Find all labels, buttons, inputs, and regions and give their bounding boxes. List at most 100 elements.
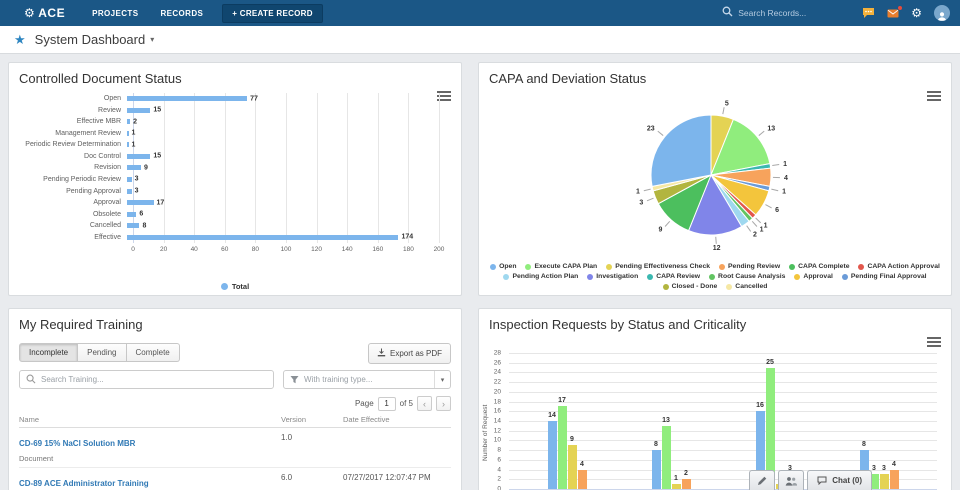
bar[interactable] xyxy=(127,235,398,240)
settings-gear-icon[interactable]: ⚙ xyxy=(911,7,922,19)
bar-value: 3 xyxy=(882,465,886,472)
bar[interactable] xyxy=(127,212,136,217)
nav-item-projects[interactable]: PROJECTS xyxy=(81,9,149,18)
slice-value-label: 3 xyxy=(639,199,643,206)
bar[interactable] xyxy=(127,108,150,113)
bar[interactable]: 2 xyxy=(682,479,691,489)
label-connector xyxy=(752,221,757,226)
category-label: Periodic Review Determination xyxy=(17,141,127,148)
legend-item[interactable]: CAPA Complete xyxy=(789,263,849,270)
legend-item[interactable]: CAPA Review xyxy=(647,273,700,280)
axis-tick-label: 8 xyxy=(497,447,501,454)
training-record-link[interactable]: CD-89 ACE Administrator Training xyxy=(19,479,149,488)
next-page-button[interactable]: › xyxy=(436,396,451,411)
bar[interactable]: 17 xyxy=(558,406,567,489)
training-search-input[interactable] xyxy=(41,375,267,384)
bar[interactable]: 13 xyxy=(662,426,671,489)
bar[interactable] xyxy=(127,223,139,228)
legend-item[interactable]: Approval xyxy=(794,273,832,280)
chevron-down-icon[interactable]: ▾ xyxy=(150,35,154,44)
legend-dot xyxy=(587,274,593,280)
pie-slice[interactable] xyxy=(651,115,711,186)
bar[interactable] xyxy=(127,154,150,159)
legend-item[interactable]: Total xyxy=(17,282,453,291)
training-type-dropdown[interactable]: With training type... ▾ xyxy=(283,370,451,389)
create-record-button[interactable]: + CREATE RECORD xyxy=(222,4,323,23)
bar[interactable] xyxy=(127,177,132,182)
axis-tick-label: 20 xyxy=(160,246,167,253)
legend-label: Pending Action Plan xyxy=(512,273,578,280)
legend-item[interactable]: Root Cause Analysis xyxy=(709,273,785,280)
legend-label: Open xyxy=(499,263,516,270)
bar[interactable] xyxy=(127,142,129,147)
axis-tick-label: 14 xyxy=(494,418,501,425)
legend-dot xyxy=(606,264,612,270)
legend-label: Pending Effectiveness Check xyxy=(615,263,710,270)
bar-row: Doc Control15 xyxy=(17,151,439,163)
bar[interactable]: 4 xyxy=(578,470,587,489)
dashboard-header: ★ System Dashboard ▾ xyxy=(0,26,960,54)
legend-item[interactable]: Pending Final Approval xyxy=(842,273,927,280)
legend-item[interactable]: Pending Effectiveness Check xyxy=(606,263,710,270)
legend-dot xyxy=(490,264,496,270)
legend-item[interactable]: CAPA Action Approval xyxy=(858,263,939,270)
label-connector xyxy=(765,205,771,208)
legend-item[interactable]: Investigation xyxy=(587,273,638,280)
page-title[interactable]: System Dashboard xyxy=(35,32,146,47)
legend-item[interactable]: Cancelled xyxy=(726,283,767,290)
notifications-icon[interactable] xyxy=(887,8,899,19)
chart-bars: Open77Review15Effective MBR2Management R… xyxy=(17,93,453,243)
label-connector xyxy=(771,189,778,191)
inspection-bar-chart: 141794813121625138334 xyxy=(509,353,937,489)
chart-menu-icon[interactable] xyxy=(927,337,941,349)
user-avatar[interactable] xyxy=(934,5,950,21)
bar[interactable] xyxy=(127,131,129,136)
bar[interactable] xyxy=(127,165,141,170)
label-connector xyxy=(759,131,764,135)
legend-item[interactable]: Execute CAPA Plan xyxy=(525,263,597,270)
nav-item-records[interactable]: RECORDS xyxy=(149,9,214,18)
slice-value-label: 9 xyxy=(659,226,663,233)
compose-message-button[interactable] xyxy=(749,470,775,490)
panel-my-required-training: My Required Training Incomplete Pending … xyxy=(8,308,462,490)
app-logo[interactable]: ⚙ ACE xyxy=(24,6,65,20)
training-table-body: CD-69 15% NaCl Solution MBRDocument1.0CD… xyxy=(19,428,451,490)
bar[interactable]: 8 xyxy=(652,450,661,489)
legend-dot xyxy=(719,264,725,270)
bar[interactable]: 14 xyxy=(548,421,557,489)
export-pdf-button[interactable]: Export as PDF xyxy=(368,343,451,364)
legend-item[interactable]: Open xyxy=(490,263,516,270)
bar[interactable]: 9 xyxy=(568,445,577,489)
legend-item[interactable]: Closed - Done xyxy=(663,283,718,290)
prev-page-button[interactable]: ‹ xyxy=(417,396,432,411)
slice-value-label: 12 xyxy=(713,245,721,252)
bar[interactable]: 4 xyxy=(890,470,899,489)
bar-value: 25 xyxy=(766,359,774,366)
record-date-effective: 07/27/2017 12:07:47 PM xyxy=(343,473,451,490)
training-record-link[interactable]: CD-69 15% NaCl Solution MBR xyxy=(19,439,135,448)
bar-row: Approval17 xyxy=(17,197,439,209)
tab-incomplete[interactable]: Incomplete xyxy=(19,343,78,362)
panel-controlled-document-status: Controlled Document Status Open77Review1… xyxy=(8,62,462,296)
bar[interactable] xyxy=(127,200,154,205)
chat-bubble-icon[interactable] xyxy=(862,7,875,19)
favorite-star-icon[interactable]: ★ xyxy=(14,33,26,46)
legend-item[interactable]: Pending Review xyxy=(719,263,780,270)
global-search xyxy=(722,4,850,22)
contacts-button[interactable] xyxy=(778,470,804,490)
legend-label: Approval xyxy=(803,273,832,280)
tab-pending[interactable]: Pending xyxy=(78,343,126,362)
bar[interactable] xyxy=(127,189,132,194)
chat-toggle-button[interactable]: Chat (0) xyxy=(807,470,872,490)
chart-title: Inspection Requests by Status and Critic… xyxy=(489,317,746,332)
bar[interactable]: 1 xyxy=(672,484,681,489)
bar[interactable] xyxy=(127,119,130,124)
legend-item[interactable]: Pending Action Plan xyxy=(503,273,578,280)
bar-value: 8 xyxy=(862,441,866,448)
page-number-input[interactable] xyxy=(378,397,396,411)
pencil-icon xyxy=(757,476,767,486)
tab-complete[interactable]: Complete xyxy=(127,343,180,362)
bar[interactable]: 3 xyxy=(880,474,889,489)
bar[interactable] xyxy=(127,96,247,101)
search-input[interactable] xyxy=(738,8,850,18)
